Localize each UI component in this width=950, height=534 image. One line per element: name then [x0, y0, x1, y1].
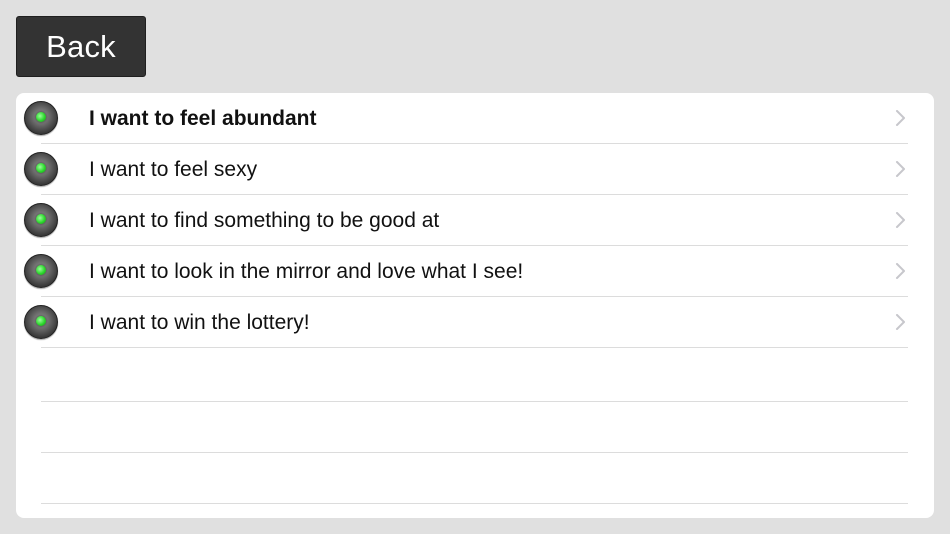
empty-row-divider	[41, 452, 908, 453]
list-item[interactable]: I want to find something to be good at	[16, 195, 934, 246]
list-item-label: I want to feel abundant	[89, 107, 317, 130]
status-light-icon	[24, 101, 58, 135]
list-item[interactable]: I want to win the lottery!	[16, 297, 934, 348]
chevron-right-icon	[896, 161, 905, 177]
status-light-icon	[24, 203, 58, 237]
list-item-label: I want to find something to be good at	[89, 209, 440, 232]
chevron-right-icon	[896, 212, 905, 228]
status-light-icon	[24, 152, 58, 186]
status-light-icon	[24, 254, 58, 288]
goal-list: I want to feel abundant I want to feel s…	[16, 93, 934, 518]
list-item-label: I want to win the lottery!	[89, 311, 310, 334]
list-item-label: I want to feel sexy	[89, 158, 258, 181]
divider	[41, 347, 908, 348]
status-light-icon	[24, 305, 58, 339]
list-item[interactable]: I want to feel abundant	[16, 93, 934, 144]
list-item[interactable]: I want to look in the mirror and love wh…	[16, 246, 934, 297]
empty-row-divider	[41, 401, 908, 402]
chevron-right-icon	[896, 263, 905, 279]
empty-row-divider	[41, 503, 908, 504]
list-item[interactable]: I want to feel sexy	[16, 144, 934, 195]
back-button[interactable]: Back	[16, 16, 146, 77]
chevron-right-icon	[896, 110, 905, 126]
chevron-right-icon	[896, 314, 905, 330]
list-item-label: I want to look in the mirror and love wh…	[89, 260, 524, 283]
